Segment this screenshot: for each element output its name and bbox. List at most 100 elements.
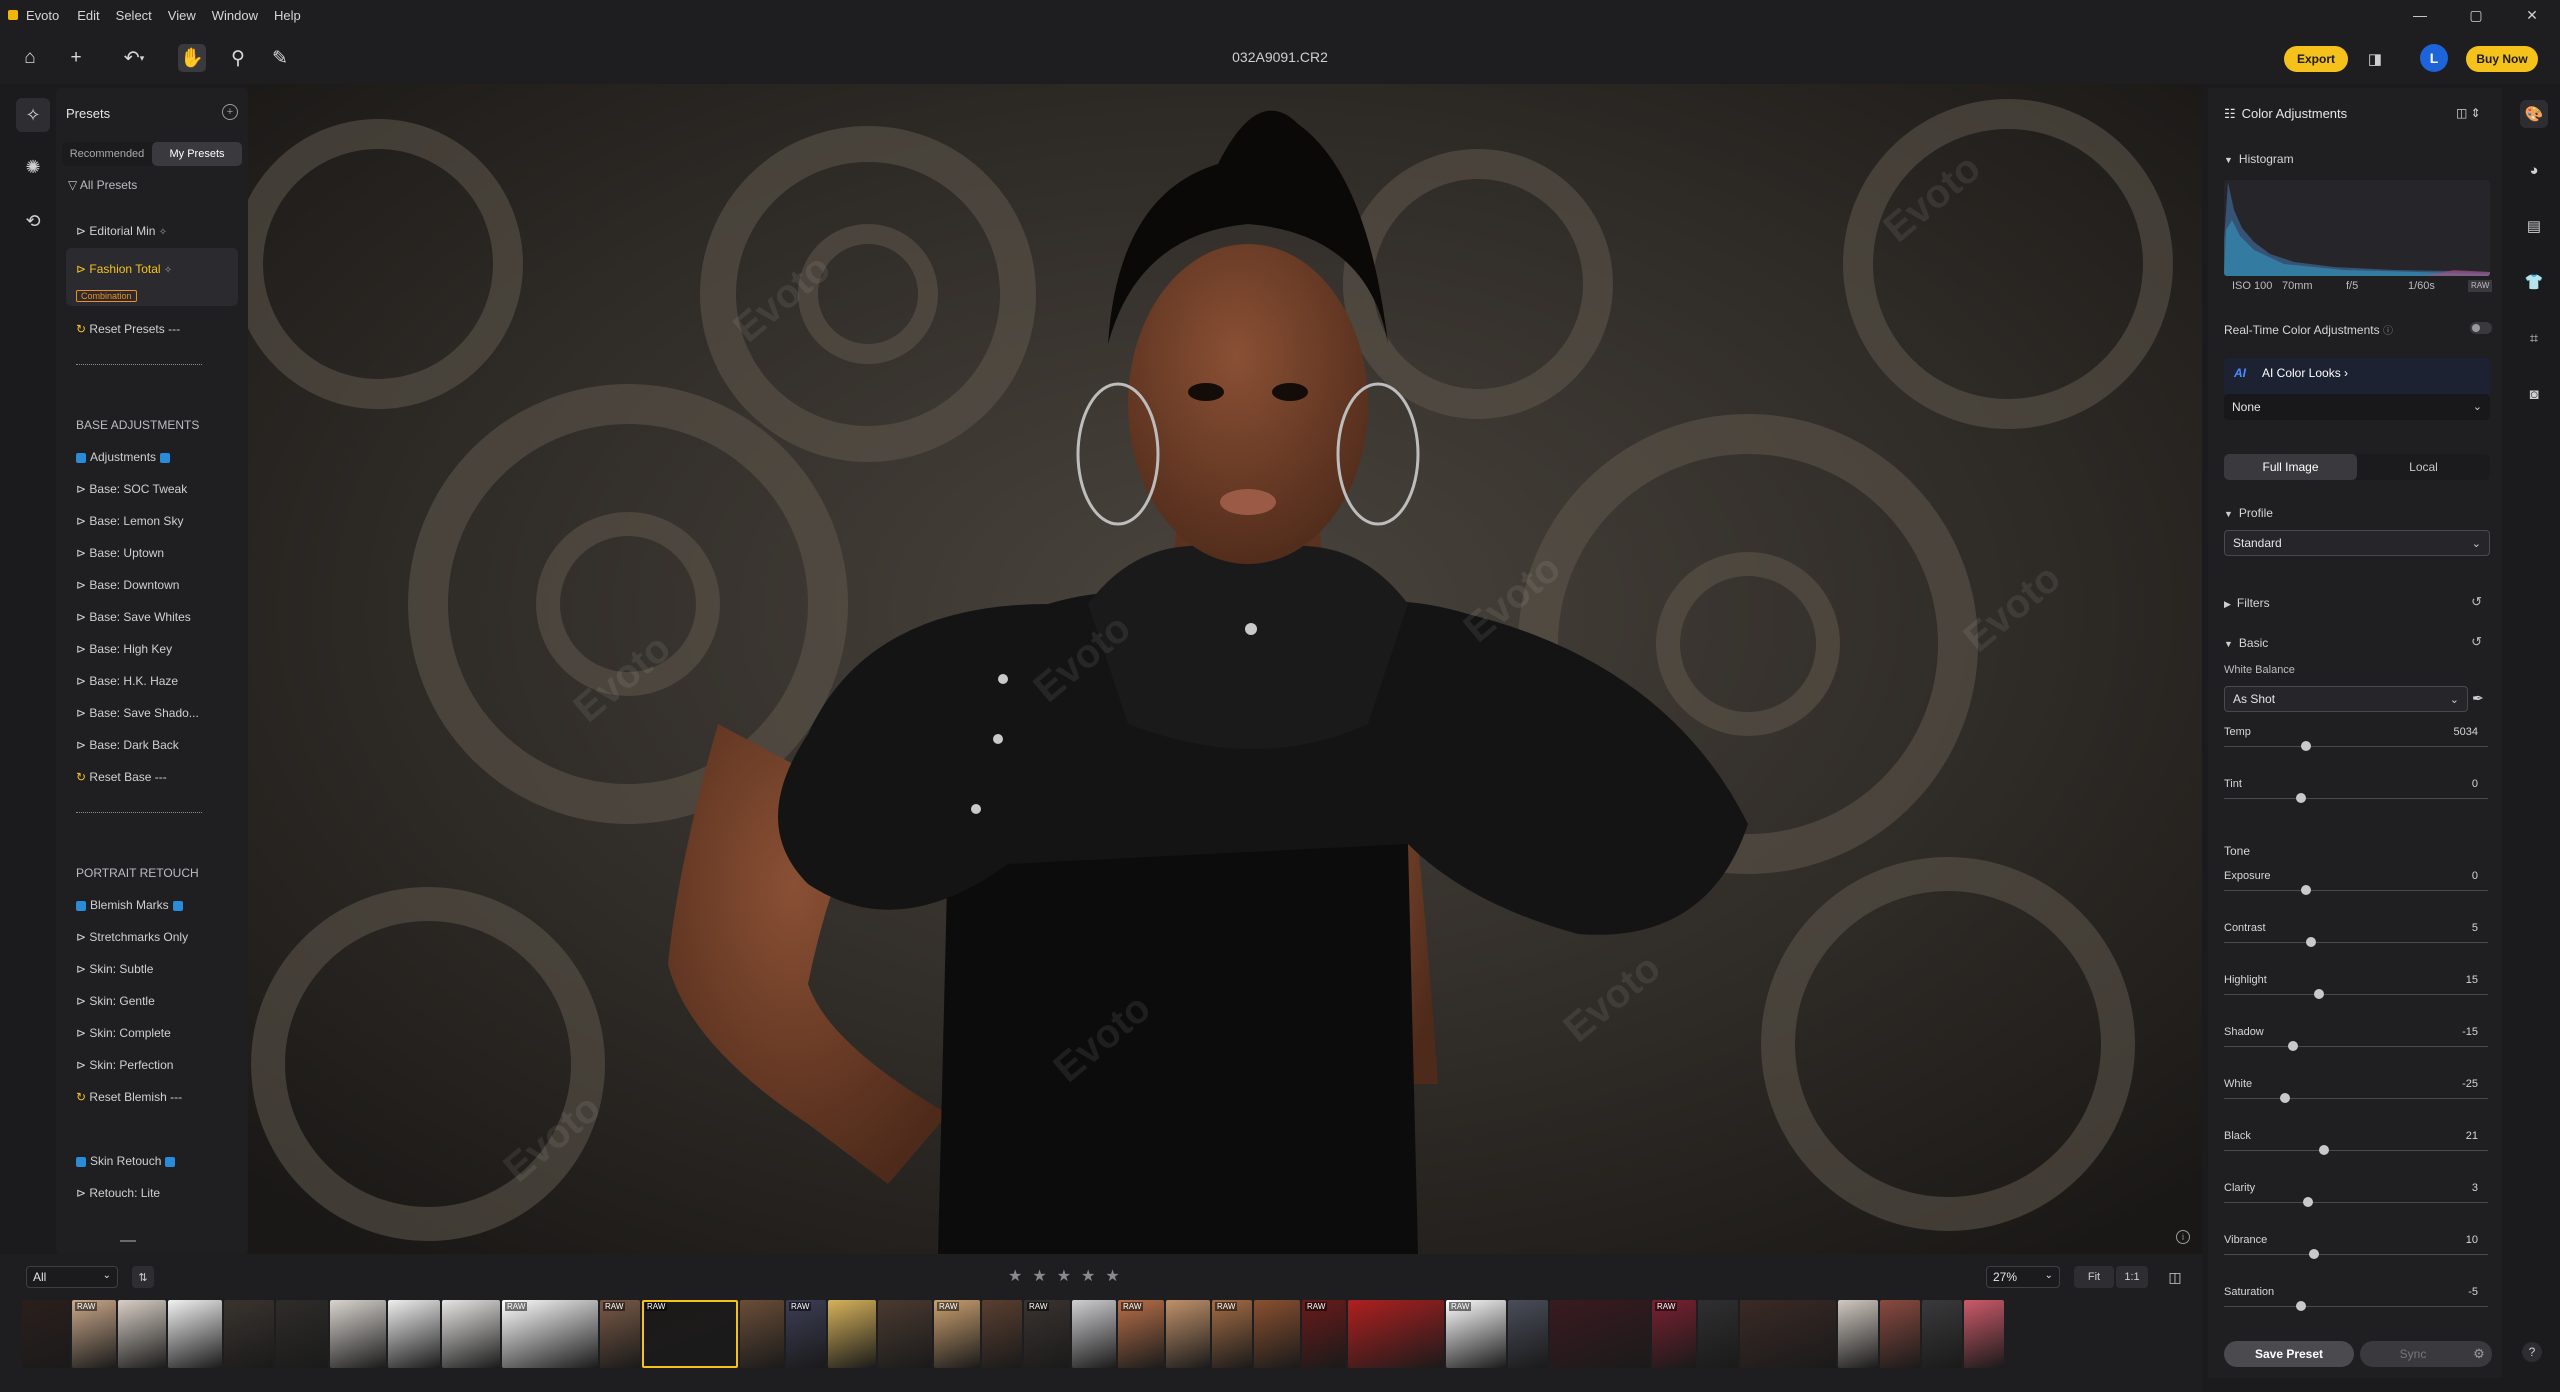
preset-item[interactable]: ⊳ Base: Downtown (76, 578, 179, 592)
thumbnail[interactable] (982, 1300, 1022, 1368)
slider-track[interactable] (2224, 994, 2488, 995)
thumbnail[interactable] (1166, 1300, 1210, 1368)
thumbnail[interactable] (1922, 1300, 1962, 1368)
filters-reset-icon[interactable]: ↺ (2471, 594, 2482, 610)
menu-view[interactable]: View (168, 8, 196, 23)
thumbnail[interactable] (740, 1300, 784, 1368)
thumbnail[interactable] (1740, 1300, 1836, 1368)
menu-select[interactable]: Select (116, 8, 152, 23)
profile-select[interactable]: Standard ⌄ (2224, 530, 2490, 556)
reset-presets-item[interactable]: ↻ Reset Presets --- (76, 322, 180, 336)
preset-item[interactable]: ⊳ Base: Dark Back (76, 738, 179, 752)
eyedropper-icon[interactable]: ✒ (2472, 690, 2484, 707)
ai-looks-select[interactable]: None ⌄ (2224, 394, 2490, 420)
preset-item[interactable]: ⊳ Stretchmarks Only (76, 930, 188, 944)
thumbnail[interactable]: RAW (934, 1300, 980, 1368)
thumbnail[interactable] (442, 1300, 500, 1368)
thumbnail[interactable] (224, 1300, 274, 1368)
thumbnail[interactable]: RAW (1446, 1300, 1506, 1368)
thumbnail[interactable] (276, 1300, 328, 1368)
close-icon[interactable]: ✕ (2504, 0, 2560, 30)
preset-item[interactable]: ⊳ Base: SOC Tweak (76, 482, 187, 496)
basic-reset-icon[interactable]: ↺ (2471, 634, 2482, 650)
zoom-select[interactable]: 27% ⌄ (1986, 1266, 2060, 1288)
menu-edit[interactable]: Edit (77, 8, 99, 23)
thumbnail[interactable]: RAW (786, 1300, 826, 1368)
minimize-icon[interactable]: — (2392, 0, 2448, 30)
preset-item[interactable]: ⊳ Skin: Perfection (76, 1058, 173, 1072)
all-presets-filter[interactable]: ▽ All Presets (68, 178, 137, 192)
thumbnail[interactable] (1550, 1300, 1650, 1368)
crop-icon[interactable]: ⌗ (2520, 324, 2548, 352)
slider-handle[interactable] (2300, 885, 2311, 895)
thumbnail[interactable] (828, 1300, 876, 1368)
slider-handle[interactable] (2279, 1093, 2290, 1103)
thumbnail[interactable] (1348, 1300, 1444, 1368)
fit-button[interactable]: Fit (2074, 1266, 2114, 1288)
slider-value[interactable]: 5 (2472, 922, 2478, 934)
slider-value[interactable]: 21 (2466, 1130, 2478, 1142)
slider-track[interactable] (2224, 746, 2488, 747)
avatar[interactable]: L (2420, 44, 2448, 72)
star-icon[interactable]: ★ (1105, 1266, 1119, 1286)
slider-track[interactable] (2224, 1254, 2488, 1255)
preset-group-skin-retouch[interactable]: Skin Retouch (76, 1154, 179, 1168)
reset-base-item[interactable]: ↻ Reset Base --- (76, 770, 167, 784)
star-icon[interactable]: ★ (1008, 1266, 1022, 1286)
slider-handle[interactable] (2295, 793, 2306, 803)
menu-window[interactable]: Window (212, 8, 258, 23)
tab-local[interactable]: Local (2357, 454, 2490, 480)
info-icon[interactable]: i (2176, 1230, 2190, 1244)
buy-now-button[interactable]: Buy Now (2466, 46, 2538, 72)
basic-header[interactable]: ▼ Basic (2224, 636, 2268, 650)
thumbnail[interactable] (330, 1300, 386, 1368)
thumbnail[interactable]: RAW (642, 1300, 738, 1368)
slider-value[interactable]: 0 (2472, 870, 2478, 882)
preset-item[interactable]: ⊳ Base: H.K. Haze (76, 674, 178, 688)
thumbnail[interactable]: RAW (72, 1300, 116, 1368)
slider-handle[interactable] (2308, 1249, 2319, 1259)
background-icon[interactable]: ▤ (2520, 212, 2548, 240)
filmstrip-filter-select[interactable]: All ⌄ (26, 1266, 118, 1288)
one-to-one-button[interactable]: 1:1 (2116, 1266, 2148, 1288)
settings-gear-icon[interactable]: ✺ (16, 150, 50, 184)
thumbnail[interactable]: RAW (1118, 1300, 1164, 1368)
slider-track[interactable] (2224, 1098, 2488, 1099)
filters-header[interactable]: ▶ Filters (2224, 596, 2270, 610)
slider-handle[interactable] (2314, 989, 2325, 999)
tab-full-image[interactable]: Full Image (2224, 454, 2357, 480)
slider-handle[interactable] (2287, 1041, 2298, 1051)
thumbnail[interactable]: RAW (502, 1300, 598, 1368)
tab-recommended[interactable]: Recommended (62, 142, 152, 166)
face-icon[interactable]: ◕ (2520, 156, 2548, 184)
compare-icon[interactable]: ◨ (2364, 48, 2386, 70)
thumbnail[interactable] (1072, 1300, 1116, 1368)
slider-handle[interactable] (2295, 1301, 2306, 1311)
save-preset-button[interactable]: Save Preset (2224, 1341, 2354, 1367)
slider-value[interactable]: -5 (2468, 1286, 2478, 1298)
preset-group-adjustments[interactable]: Adjustments (76, 450, 174, 464)
thumbnail[interactable] (388, 1300, 440, 1368)
add-preset-icon[interactable]: + (222, 104, 238, 120)
slider-track[interactable] (2224, 890, 2488, 891)
slider-track[interactable] (2224, 1150, 2488, 1151)
image-canvas[interactable]: Evoto Evoto Evoto Evoto Evoto Evoto Evot… (248, 84, 2202, 1254)
thumbnail[interactable]: RAW (1302, 1300, 1346, 1368)
sync-button[interactable]: Sync (2360, 1341, 2466, 1367)
sort-icon[interactable]: ⇅ (132, 1266, 154, 1288)
preset-item[interactable]: ⊳ Editorial Min ✧ (76, 224, 167, 238)
slider-handle[interactable] (2300, 741, 2311, 751)
star-icon[interactable]: ★ (1081, 1266, 1095, 1286)
preset-item-selected[interactable]: ⊳ Fashion Total ✧ (76, 262, 172, 276)
preset-item[interactable]: ⊳ Base: Save Shado... (76, 706, 199, 720)
star-icon[interactable]: ★ (1032, 1266, 1046, 1286)
slider-value[interactable]: -25 (2462, 1078, 2478, 1090)
slider-value[interactable]: 3 (2472, 1182, 2478, 1194)
color-palette-icon[interactable]: 🎨 (2520, 100, 2548, 128)
slider-handle[interactable] (2303, 1197, 2314, 1207)
history-icon[interactable]: ⟲ (16, 204, 50, 238)
help-icon[interactable]: ? (2522, 1342, 2542, 1362)
preset-item[interactable]: ⊳ Skin: Subtle (76, 962, 153, 976)
preset-group-blemish[interactable]: Blemish Marks (76, 898, 187, 912)
thumbnail[interactable] (1508, 1300, 1548, 1368)
